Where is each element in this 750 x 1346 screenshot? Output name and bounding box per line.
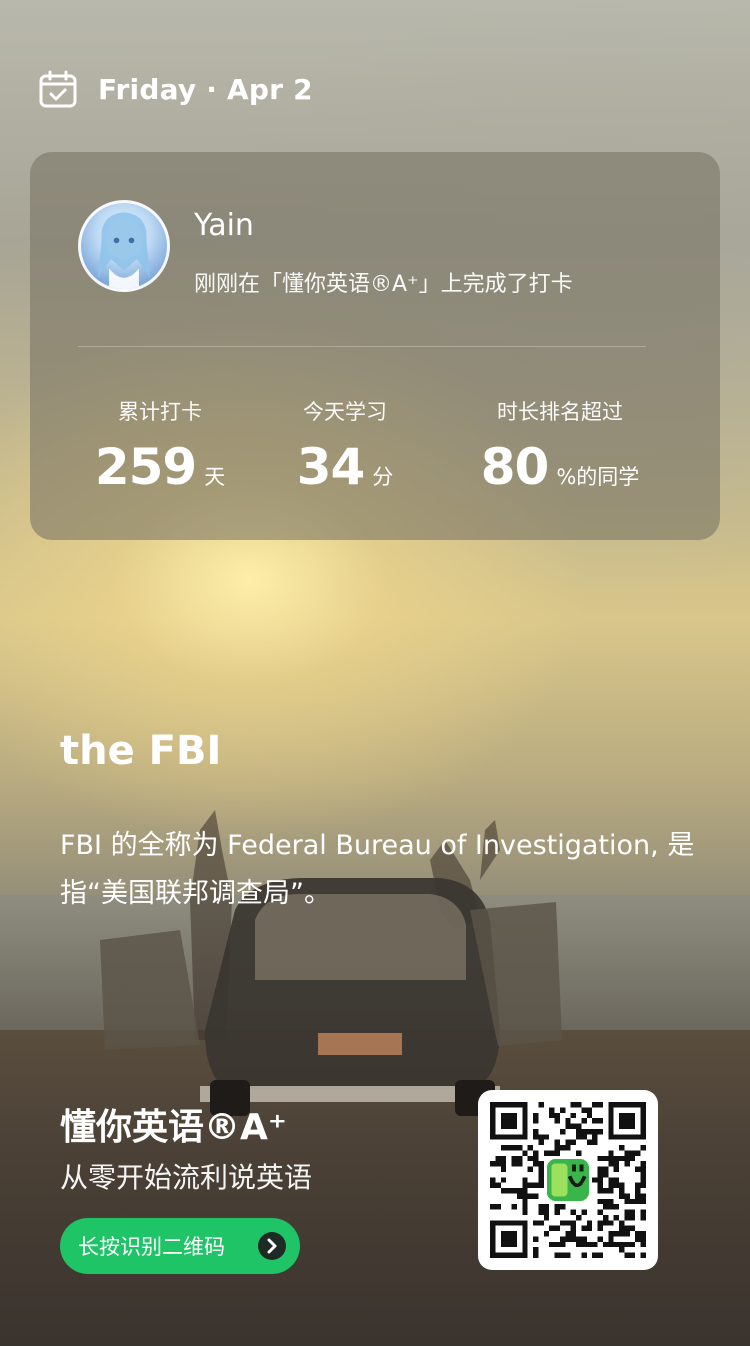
calendar-check-icon [39,70,77,108]
stat-label: 累计打卡 [118,400,202,424]
chevron-right-icon [258,1232,286,1260]
brand-slogan: 从零开始流利说英语 [60,1161,313,1194]
avatar[interactable] [78,200,170,292]
stat-today-study: 今天学习 34 分 [280,396,410,496]
word-definition: FBI 的全称为 Federal Bureau of Investigation… [60,830,695,909]
user-name: Yain [194,208,254,243]
qr-code-icon [490,1102,646,1258]
stat-ranking: 时长排名超过 80 %的同学 [460,396,660,496]
stat-value: 34 [296,438,366,496]
app-logo-icon [543,1155,593,1205]
stat-unit: 天 [204,465,226,489]
stat-total-checkin: 累计打卡 259 天 [90,396,230,496]
qr-code[interactable] [478,1090,658,1270]
card-divider [78,346,646,347]
stat-unit: 分 [372,465,394,489]
date-text: Friday · Apr 2 [98,72,313,106]
stat-label: 时长排名超过 [497,400,623,424]
stat-label: 今天学习 [303,400,387,424]
date-header: Friday · Apr 2 [38,68,313,110]
checkin-status-text: 刚刚在「懂你英语®A⁺」上完成了打卡 [194,272,573,297]
avatar-image [97,212,151,289]
scan-qr-button[interactable]: 长按识别二维码 [60,1218,300,1274]
word-title: the FBI [60,728,222,774]
stat-value: 259 [94,438,197,496]
brand-name: 懂你英语®A⁺ [60,1107,287,1148]
stat-value: 80 [480,438,550,496]
stat-unit: %的同学 [556,465,640,489]
checkin-card: Yain 刚刚在「懂你英语®A⁺」上完成了打卡 累计打卡 259 天 今天学习 … [30,152,720,540]
scan-qr-button-label: 长按识别二维码 [78,1235,225,1259]
